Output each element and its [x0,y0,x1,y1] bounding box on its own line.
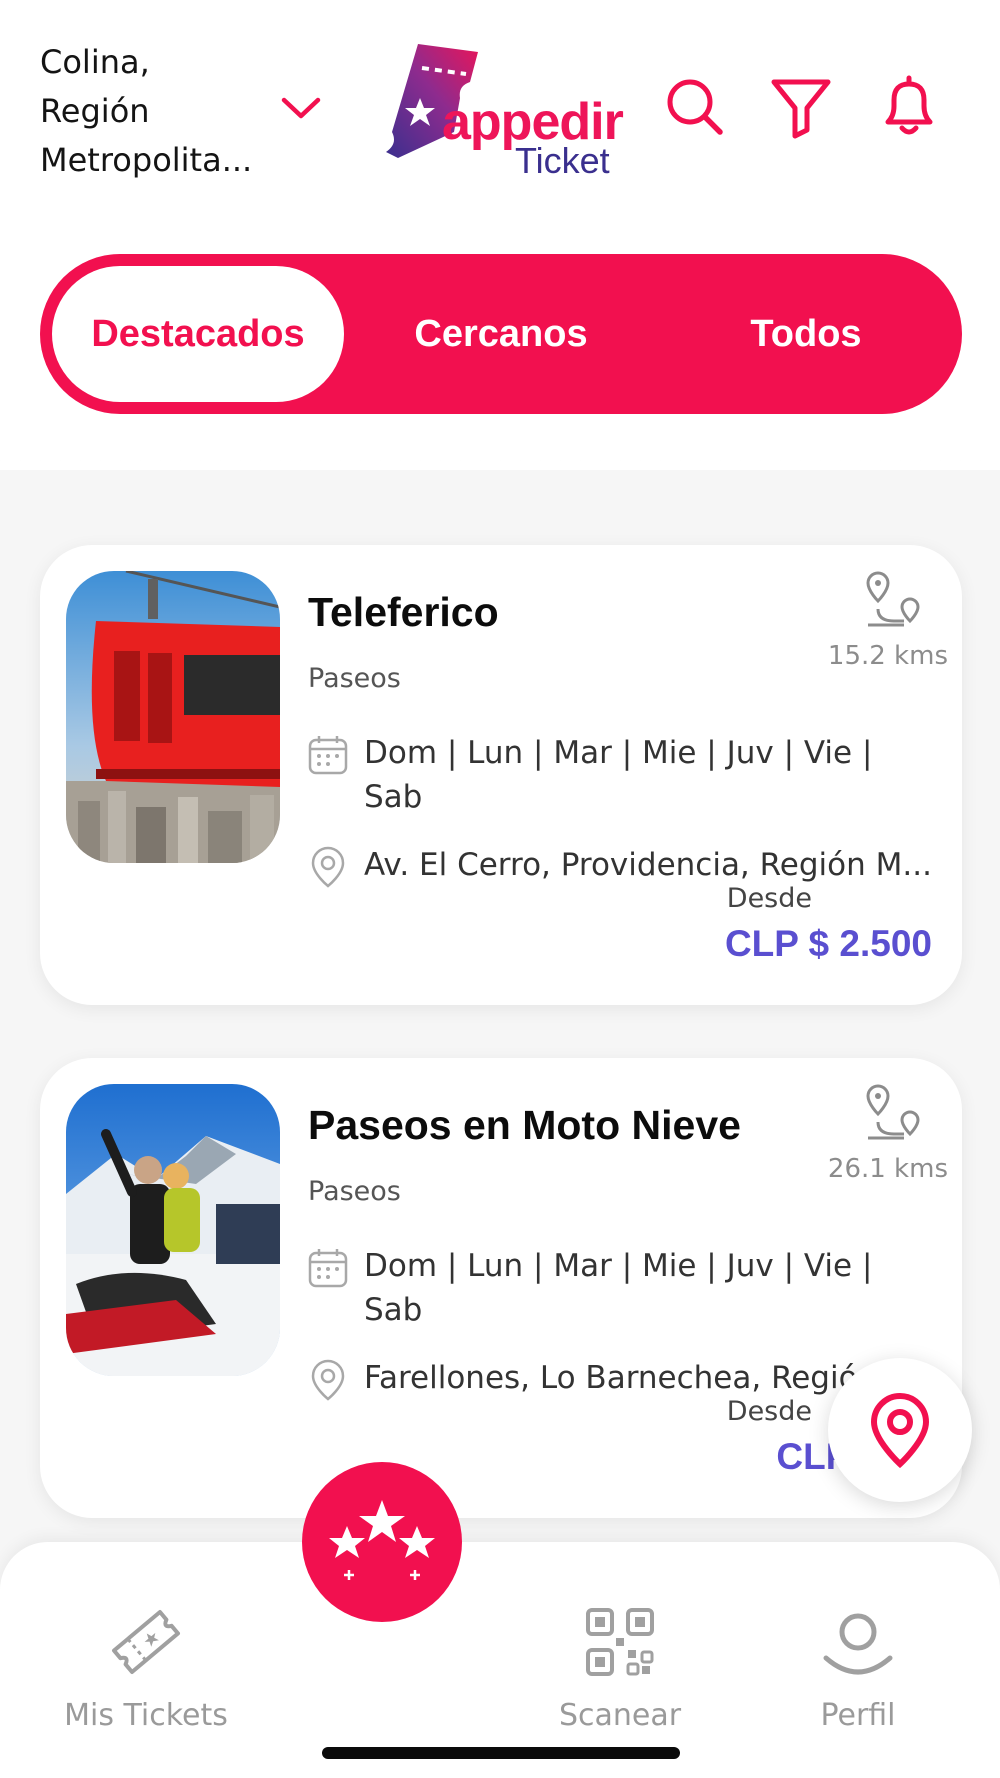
user-icon [823,1613,893,1675]
filter-icon[interactable] [766,72,836,142]
location-selector[interactable]: Colina, Región Metropolita... [40,38,280,185]
tab-destacados[interactable]: Destacados [52,266,344,402]
bottom-navigation: Mis Tickets Scanear Perfil [0,1542,1000,1778]
nav-mis-tickets[interactable]: Mis Tickets [46,1602,246,1733]
qr-code-icon [586,1608,654,1676]
search-icon[interactable] [660,72,730,142]
location-pin-icon [311,846,345,888]
event-days: Dom | Lun | Mar | Mie | Juv | Vie | Sab [364,735,873,815]
event-title: Paseos en Moto Nieve [308,1102,741,1148]
app-logo: appedir Ticket [380,40,630,181]
event-category: Paseos [308,663,401,694]
location-line-1: Colina, [40,43,150,81]
nav-scanear[interactable]: Scanear [520,1602,720,1733]
map-view-button[interactable] [828,1358,972,1502]
chevron-down-icon[interactable] [278,88,324,128]
tab-bar: Destacados Cercanos Todos [40,254,962,414]
event-image [66,571,280,863]
tab-todos[interactable]: Todos [668,266,944,402]
featured-button[interactable] [302,1462,462,1622]
price-from-label: Desde [726,883,812,914]
location-line-3: Metropolita... [40,141,253,179]
price-from-label: Desde [726,1396,812,1427]
nav-label-perfil: Perfil [820,1698,896,1733]
nav-label-scanear: Scanear [558,1698,682,1733]
home-indicator [322,1747,680,1759]
tab-cercanos[interactable]: Cercanos [360,266,642,402]
map-pin-icon [870,1392,930,1468]
event-days: Dom | Lun | Mar | Mie | Juv | Vie | Sab [364,1248,873,1328]
bell-icon[interactable] [874,72,944,142]
event-card[interactable]: Paseos en Moto Nieve Paseos 26.1 kms Dom… [40,1058,962,1518]
nav-label-mis-tickets: Mis Tickets [64,1698,228,1733]
nav-perfil[interactable]: Perfil [758,1602,958,1733]
route-icon [866,1084,920,1140]
event-price: CLP $ 2.500 [724,923,932,964]
calendar-icon [308,736,348,775]
app-header: Colina, Región Metropolita... appedir Ti… [0,0,1000,480]
location-pin-icon [311,1359,345,1401]
event-card[interactable]: Teleferico Paseos 15.2 kms Dom | Lun | M… [40,545,962,1005]
event-category: Paseos [308,1176,401,1207]
event-image [66,1084,280,1376]
event-address: Av. El Cerro, Providencia, Región M... [364,847,932,883]
location-line-2: Región [40,92,150,130]
calendar-icon [308,1249,348,1288]
stars-icon [329,1500,435,1580]
logo-subtitle: Ticket [515,140,610,181]
event-distance: 26.1 kms [827,1154,948,1184]
event-title: Teleferico [308,589,499,635]
ticket-icon [112,1609,180,1675]
event-distance: 15.2 kms [827,641,948,671]
route-icon [866,571,920,627]
